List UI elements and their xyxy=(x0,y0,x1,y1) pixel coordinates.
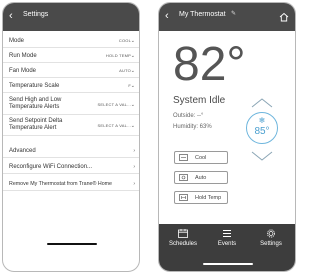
home-indicator xyxy=(203,263,253,265)
row-label: Reconfigure WiFi Connection... xyxy=(9,164,93,170)
row-label: Temperature Scale xyxy=(9,83,60,89)
mode-button[interactable]: Cool xyxy=(174,151,228,164)
chevron-right-icon: › xyxy=(133,164,135,170)
chevron-down-icon: ⌄ xyxy=(130,68,135,74)
hold-button[interactable]: Hold Temp xyxy=(174,191,228,204)
row-value: HOLD TEMP xyxy=(105,53,131,58)
settings-row-setpoint-delta[interactable]: Send Setpoint Delta Temperature Alert SE… xyxy=(3,116,139,136)
system-status: System Idle xyxy=(173,95,226,106)
nav-label: Schedules xyxy=(168,241,198,247)
chevron-down-icon: ⌄ xyxy=(130,123,135,129)
nav-settings[interactable]: Settings xyxy=(249,229,293,247)
nav-label: Events xyxy=(217,241,237,247)
settings-screen: ‹ Settings Mode COOL ⌄ Run Mode HOLD TEM… xyxy=(2,2,140,272)
settings-title: Settings xyxy=(23,11,49,18)
settings-row-reconfigure-wifi[interactable]: Reconfigure WiFi Connection... › xyxy=(3,160,139,174)
row-value: COOL xyxy=(118,38,131,43)
fan-label: Auto xyxy=(195,175,207,181)
row-label: Advanced xyxy=(9,148,36,154)
thermostat-screen: ‹ My Thermostat ✎ 82° System Idle Outsid… xyxy=(158,2,296,272)
settings-row-advanced[interactable]: Advanced › xyxy=(3,144,139,158)
back-chevron-icon[interactable]: ‹ xyxy=(9,9,13,23)
thermostat-title: My Thermostat xyxy=(179,11,226,18)
settings-row-run-mode[interactable]: Run Mode HOLD TEMP ⌄ xyxy=(3,49,139,63)
back-chevron-icon[interactable]: ‹ xyxy=(165,9,169,23)
chevron-down-icon: ⌄ xyxy=(130,102,135,108)
row-label: Send Setpoint Delta Temperature Alert xyxy=(9,118,63,131)
row-value: AUTO xyxy=(119,68,131,73)
settings-row-remove-thermostat[interactable]: Remove My Thermostat from Trane® Home › xyxy=(3,177,139,191)
mode-icon xyxy=(179,154,188,163)
hold-icon xyxy=(179,194,188,203)
calendar-icon xyxy=(161,229,205,239)
setpoint-value: 85° xyxy=(254,126,270,137)
row-label: Remove My Thermostat from Trane® Home xyxy=(9,181,113,187)
humidity-reading: Humidity: 63% xyxy=(173,124,212,130)
chevron-right-icon: › xyxy=(133,148,135,154)
chevron-down-icon: ⌄ xyxy=(130,53,135,59)
nav-events[interactable]: Events xyxy=(205,229,249,247)
row-value: SELECT A VAL... xyxy=(97,102,131,107)
fan-button[interactable]: Auto xyxy=(174,171,228,184)
current-temperature: 82° xyxy=(173,38,246,91)
nav-label: Settings xyxy=(260,241,282,247)
pencil-icon[interactable]: ✎ xyxy=(231,10,236,17)
settings-header: ‹ Settings xyxy=(3,3,139,31)
bottom-nav: Schedules Events Settings xyxy=(159,224,295,271)
outside-temperature: Outside: --° xyxy=(173,113,204,119)
settings-row-temp-scale[interactable]: Temperature Scale F ⌄ xyxy=(3,79,139,93)
chevron-down-icon: ⌄ xyxy=(130,83,135,89)
snowflake-icon: ❄ xyxy=(258,116,266,125)
list-icon xyxy=(205,229,249,239)
home-indicator xyxy=(47,243,97,245)
settings-row-mode[interactable]: Mode COOL ⌄ xyxy=(3,34,139,48)
settings-row-high-low-alerts[interactable]: Send High and Low Temperature Alerts SEL… xyxy=(3,95,139,115)
gear-icon xyxy=(249,229,293,239)
row-label: Run Mode xyxy=(9,53,37,59)
mode-label: Cool xyxy=(195,155,207,161)
fan-icon xyxy=(179,174,188,183)
nav-schedules[interactable]: Schedules xyxy=(161,229,205,247)
thermostat-header: ‹ My Thermostat ✎ xyxy=(159,3,295,31)
row-value: SELECT A VAL... xyxy=(97,123,131,128)
chevron-right-icon: › xyxy=(133,181,135,187)
row-label: Fan Mode xyxy=(9,68,37,74)
house-icon[interactable] xyxy=(279,9,289,27)
settings-row-fan-mode[interactable]: Fan Mode AUTO ⌄ xyxy=(3,64,139,78)
chevron-down-icon[interactable] xyxy=(249,149,275,167)
setpoint-dial: ❄ 85° xyxy=(246,112,278,144)
hold-label: Hold Temp xyxy=(195,195,222,201)
row-label: Mode xyxy=(9,38,25,44)
chevron-down-icon: ⌄ xyxy=(130,38,135,44)
row-label: Send High and Low Temperature Alerts xyxy=(9,97,62,110)
